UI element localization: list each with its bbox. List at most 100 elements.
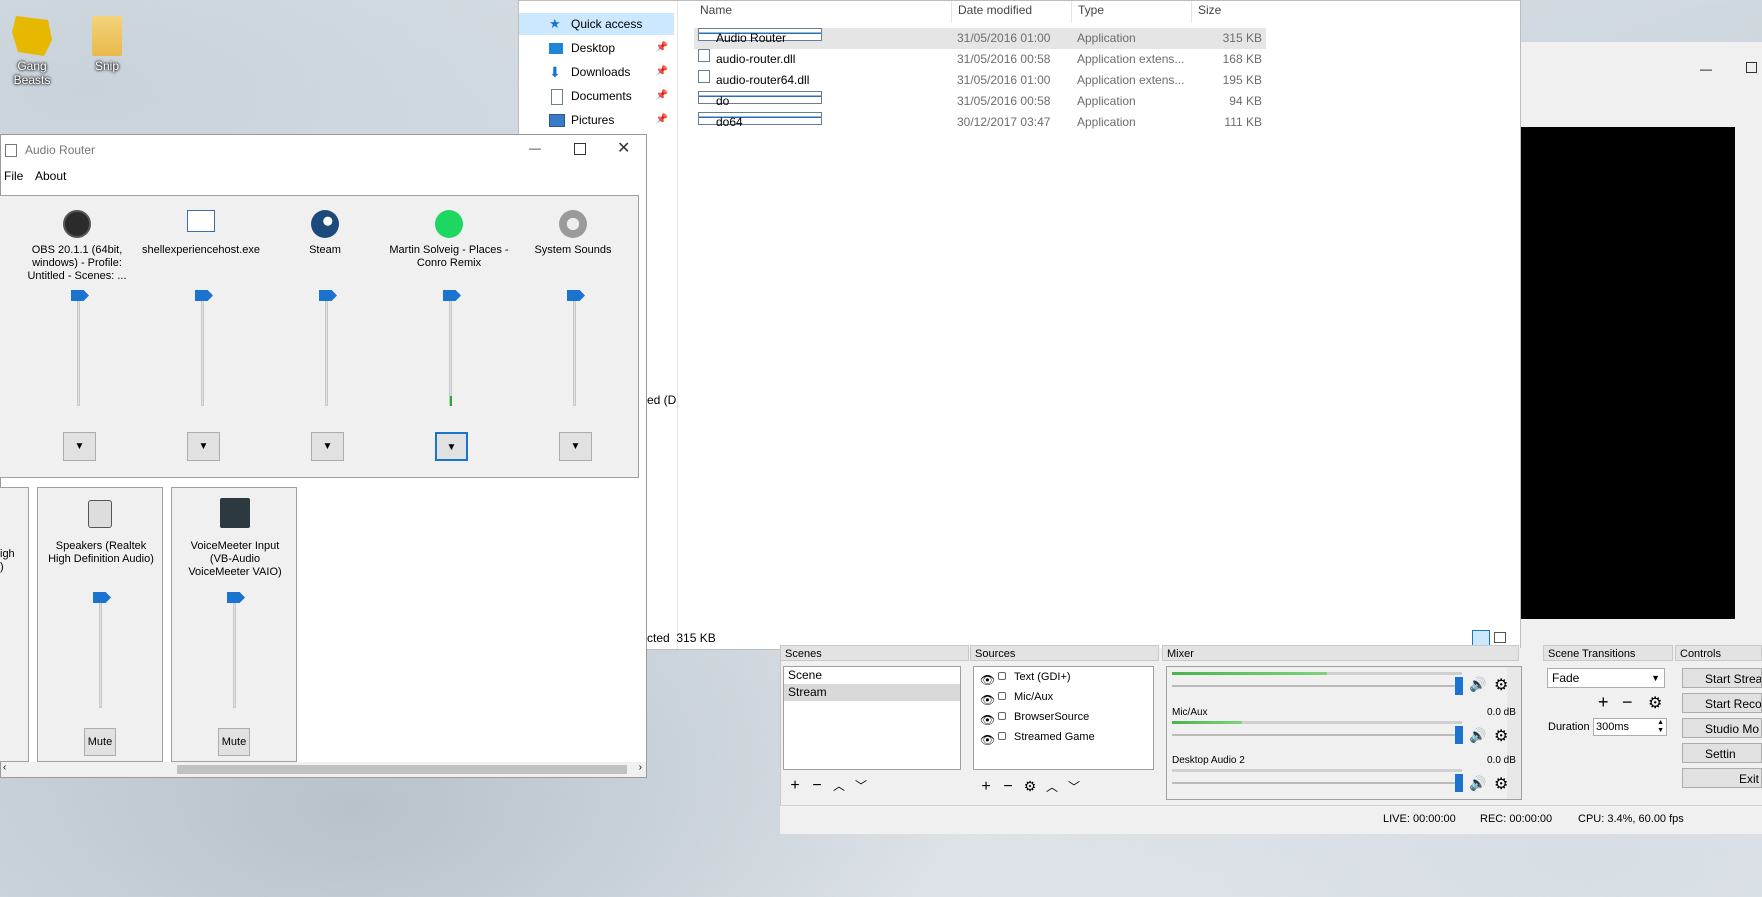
minimize-icon[interactable]: — [1700, 62, 1712, 76]
volume-slider-thumb[interactable] [1455, 677, 1463, 695]
volume-slider[interactable] [1172, 782, 1462, 784]
scenes-list[interactable]: Scene Stream [783, 666, 961, 770]
mixer-scrollbar[interactable] [1507, 667, 1521, 799]
volume-track[interactable] [233, 598, 236, 708]
gear-icon[interactable]: ⚙ [1494, 675, 1508, 695]
gear-icon[interactable]: ⚙ [1019, 774, 1041, 798]
sources-list[interactable]: 👁 Text (GDI+) 👁 Mic/Aux 👁 BrowserSource 👁 St… [973, 666, 1154, 770]
details-view-icon[interactable] [1472, 630, 1490, 646]
volume-slider[interactable] [1172, 685, 1462, 687]
file-date: 31/05/2016 01:00 [957, 73, 1051, 87]
settings-button[interactable]: Settin [1682, 743, 1762, 763]
lock-icon[interactable] [998, 712, 1006, 720]
remove-icon[interactable]: − [1622, 692, 1633, 713]
route-dropdown-button[interactable]: ▼ [559, 432, 592, 461]
lock-icon[interactable] [998, 672, 1006, 680]
duration-spinbox[interactable]: 300ms ▲ ▼ [1593, 718, 1667, 736]
speaker-icon[interactable]: 🔊 [1469, 775, 1486, 792]
add-icon[interactable]: + [975, 775, 997, 799]
scroll-right-icon[interactable]: › [639, 762, 642, 773]
gear-icon[interactable]: ⚙ [1648, 693, 1662, 713]
volume-slider-thumb[interactable] [93, 592, 111, 603]
volume-slider[interactable] [1172, 734, 1462, 736]
column-header-type[interactable]: Type [1072, 1, 1192, 23]
file-row[interactable]: Audio Router 31/05/2016 01:00 Applicatio… [694, 28, 1266, 49]
volume-track[interactable] [77, 296, 80, 406]
scroll-left-icon[interactable]: ‹ [3, 762, 6, 773]
nav-item-desktop[interactable]: Desktop 📌 [519, 37, 674, 59]
file-row[interactable]: audio-router.dll 31/05/2016 00:58 Applic… [694, 49, 1266, 70]
visibility-eye-icon[interactable]: 👁 [980, 730, 995, 750]
mute-button[interactable]: Mute [218, 728, 250, 756]
peak-meter [450, 396, 452, 406]
add-icon[interactable]: + [784, 774, 806, 798]
spin-arrows-icon[interactable]: ▲ ▼ [1657, 719, 1664, 735]
large-icons-view-icon[interactable] [1494, 632, 1506, 643]
speaker-icon[interactable]: 🔊 [1469, 727, 1486, 744]
remove-icon[interactable]: − [997, 775, 1019, 799]
volume-slider-thumb[interactable] [195, 290, 213, 301]
column-header-date[interactable]: Date modified [952, 1, 1072, 23]
scrollbar-thumb[interactable] [177, 765, 627, 774]
scene-item[interactable]: Scene [784, 667, 960, 684]
nav-item-downloads[interactable]: ⬇ Downloads 📌 [519, 61, 674, 83]
file-row[interactable]: audio-router64.dll 31/05/2016 01:00 Appl… [694, 70, 1266, 91]
close-icon[interactable]: ✕ [617, 138, 630, 158]
horizontal-scrollbar[interactable]: ‹ › [1, 762, 646, 777]
move-up-icon[interactable]: ︿ [828, 774, 850, 798]
volume-slider-thumb[interactable] [443, 290, 461, 301]
maximize-icon[interactable] [1746, 62, 1757, 73]
nav-item-quick-access[interactable]: ★ Quick access [519, 13, 674, 35]
exit-button[interactable]: Exit [1682, 768, 1762, 788]
volume-track[interactable] [573, 296, 576, 406]
volume-track[interactable] [325, 296, 328, 406]
source-item[interactable]: 👁 Text (GDI+) [974, 667, 1153, 687]
volume-track[interactable] [201, 296, 204, 406]
start-streaming-button[interactable]: Start Strea [1682, 668, 1762, 688]
studio-mode-button[interactable]: Studio Mo [1682, 718, 1762, 738]
nav-item-pictures[interactable]: Pictures 📌 [519, 109, 674, 131]
source-item[interactable]: 👁 BrowserSource [974, 707, 1153, 727]
volume-slider-thumb[interactable] [567, 290, 585, 301]
volume-track[interactable] [99, 598, 102, 708]
route-dropdown-button[interactable]: ▼ [187, 432, 220, 461]
move-up-icon[interactable]: ︿ [1041, 775, 1063, 799]
minimize-icon[interactable]: — [529, 141, 541, 155]
menu-about[interactable]: About [35, 169, 66, 183]
speaker-icon[interactable]: 🔊 [1469, 676, 1486, 693]
source-label: BrowserSource [1014, 711, 1090, 723]
volume-slider-thumb[interactable] [71, 290, 89, 301]
transition-select[interactable]: Fade ▼ [1547, 668, 1665, 688]
move-down-icon[interactable]: ﹀ [850, 774, 872, 798]
source-item[interactable]: 👁 Streamed Game [974, 727, 1153, 747]
move-down-icon[interactable]: ﹀ [1063, 775, 1085, 799]
remove-icon[interactable]: − [806, 774, 828, 798]
nav-item-documents[interactable]: Documents 📌 [519, 85, 674, 107]
gear-icon[interactable]: ⚙ [1494, 726, 1508, 746]
source-item[interactable]: 👁 Mic/Aux [974, 687, 1153, 707]
menu-file[interactable]: File [4, 169, 23, 183]
column-header-size[interactable]: Size [1192, 1, 1266, 23]
volume-slider-thumb[interactable] [1455, 726, 1463, 744]
volume-track[interactable] [449, 296, 452, 406]
file-row[interactable]: do64 30/12/2017 03:47 Application 111 KB [694, 112, 1266, 133]
add-icon[interactable]: + [1598, 692, 1609, 713]
lock-icon[interactable] [998, 692, 1006, 700]
volume-slider-thumb[interactable] [1455, 774, 1463, 792]
desktop-icon-snip[interactable]: Snip [77, 16, 137, 73]
volume-slider-thumb[interactable] [227, 592, 245, 603]
column-header-name[interactable]: Name [694, 1, 952, 23]
route-dropdown-button[interactable]: ▼ [311, 432, 344, 461]
gear-icon[interactable]: ⚙ [1494, 774, 1508, 794]
scenes-dock-header: Scenes [780, 645, 969, 661]
maximize-icon[interactable] [574, 143, 586, 155]
mute-button[interactable]: Mute [84, 728, 116, 756]
scene-item[interactable]: Stream [784, 684, 960, 701]
route-dropdown-button[interactable]: ▼ [435, 432, 468, 461]
volume-slider-thumb[interactable] [319, 290, 337, 301]
desktop-icon-gang-beasts[interactable]: Gang Beasts [2, 16, 62, 87]
lock-icon[interactable] [998, 732, 1006, 740]
route-dropdown-button[interactable]: ▼ [63, 432, 96, 461]
file-row[interactable]: do 31/05/2016 00:58 Application 94 KB [694, 91, 1266, 112]
start-recording-button[interactable]: Start Recor [1682, 693, 1762, 713]
